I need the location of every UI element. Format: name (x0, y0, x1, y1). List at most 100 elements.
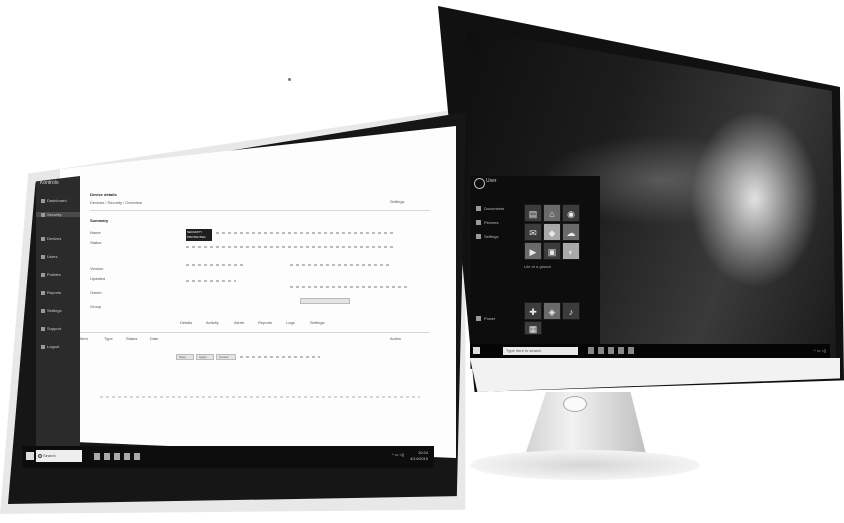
summary-field: Version (90, 266, 104, 271)
browser-icon[interactable] (598, 347, 604, 354)
detail-row (290, 286, 410, 288)
stand-cable-hole (563, 396, 587, 412)
start-item-pictures[interactable]: Pictures (476, 220, 498, 226)
start-tile[interactable]: ▶ (524, 242, 542, 260)
search-icon (38, 454, 42, 458)
user-icon (41, 254, 45, 259)
taskbar-search-input[interactable]: Type here to search (503, 347, 578, 355)
browser-icon[interactable] (104, 453, 110, 460)
sidebar-item-policies[interactable]: Policies (41, 272, 61, 277)
start-tile[interactable]: ◈ (543, 302, 561, 320)
detail-row (186, 264, 246, 266)
page-title: Device details (90, 192, 117, 197)
column-header[interactable]: Date (150, 336, 158, 341)
cancel-button[interactable]: Cancel (216, 354, 236, 360)
start-tile[interactable]: ✚ (524, 302, 542, 320)
start-menu: User Documents Pictures Settings Power ▤… (470, 176, 600, 344)
dashboard-icon (41, 198, 45, 203)
column-header[interactable]: Status (126, 336, 137, 341)
shield-icon (41, 212, 45, 217)
store-icon[interactable] (618, 347, 624, 354)
tab-details[interactable]: Details (180, 320, 192, 325)
sidebar-item-devices[interactable]: Devices (41, 236, 61, 241)
security-badge: SECURITY PROTECTED (186, 229, 212, 241)
task-view-icon[interactable] (94, 453, 100, 460)
gear-icon (41, 308, 45, 313)
app-brand: Kontrolo (40, 180, 59, 186)
tab-activity[interactable]: Activity (206, 320, 219, 325)
picture-icon (476, 220, 481, 226)
task-view-icon[interactable] (588, 347, 594, 354)
report-icon (41, 290, 45, 295)
start-tile[interactable]: ◉ (562, 204, 580, 222)
summary-field: Group (90, 304, 102, 309)
tile-group-label: Life at a glance (524, 264, 552, 269)
power-icon (476, 316, 481, 322)
monitor-stand-base (470, 450, 700, 480)
folder-icon[interactable] (608, 347, 614, 354)
summary-field: Name (90, 230, 101, 235)
summary-heading: Summary (90, 218, 109, 223)
mail-icon[interactable] (628, 347, 634, 354)
tab-logs[interactable]: Logs (286, 320, 295, 325)
detail-row (186, 280, 236, 282)
monitor-chin (470, 358, 840, 392)
mail-icon[interactable] (134, 453, 140, 460)
clock-date: 4/14/2019 (410, 456, 428, 461)
summary-field: Updated (90, 276, 106, 281)
detail-row (186, 246, 396, 248)
laptop-taskbar: Search ^ ▭ ◁) 10:24 4/14/2019 (22, 446, 434, 468)
start-tile[interactable]: ♪ (562, 302, 580, 320)
tab-settings[interactable]: Settings (310, 320, 324, 325)
taskbar-search-input[interactable]: Search (36, 450, 82, 462)
footer-row (240, 356, 320, 358)
start-item-power[interactable]: Power (476, 316, 495, 322)
start-tile[interactable]: ◆ (543, 223, 561, 241)
windows-start-icon[interactable] (26, 452, 34, 460)
sidebar-item-support[interactable]: Support (41, 326, 61, 331)
start-tile[interactable]: ▣ (543, 242, 561, 260)
breadcrumb[interactable]: Devices / Security / Overview (90, 200, 142, 205)
store-icon[interactable] (124, 453, 130, 460)
start-tile[interactable]: ◐ (562, 242, 580, 260)
start-menu-left-rail: User Documents Pictures Settings Power (470, 176, 522, 344)
policy-icon (41, 272, 45, 277)
system-tray[interactable]: ^ ▭ ◁) (814, 348, 826, 353)
apply-button[interactable]: Apply (196, 354, 214, 360)
save-button[interactable]: Save (176, 354, 194, 360)
start-tile[interactable]: ▤ (524, 204, 542, 222)
summary-field: Owner (90, 290, 102, 295)
detail-row (290, 264, 390, 266)
monitor-taskbar: Type here to search ^ ▭ ◁) (470, 344, 830, 358)
start-tile[interactable]: ▦ (524, 321, 542, 335)
sidebar-item-settings[interactable]: Settings (41, 308, 61, 313)
start-user-label[interactable]: User (486, 178, 497, 184)
sidebar-item-reports[interactable]: Reports (41, 290, 61, 295)
start-item-documents[interactable]: Documents (476, 206, 504, 212)
document-icon (476, 206, 481, 212)
user-avatar-icon[interactable] (474, 178, 485, 189)
sidebar-item-logout[interactable]: Logout (41, 344, 59, 349)
summary-field: Status (90, 240, 102, 245)
stray-dot (288, 78, 291, 81)
help-icon (41, 326, 45, 331)
taskbar-clock[interactable]: 10:24 4/14/2019 (410, 450, 428, 462)
sidebar-item-security[interactable]: Security (36, 212, 80, 217)
start-tile[interactable]: ☁ (562, 223, 580, 241)
system-tray[interactable]: ^ ▭ ◁) (392, 452, 404, 457)
header-action-link[interactable]: Settings (390, 199, 404, 204)
sidebar-item-users[interactable]: Users (41, 254, 57, 259)
app-window: Device details Devices / Security / Over… (60, 126, 456, 458)
tab-reports[interactable]: Reports (258, 320, 272, 325)
column-header[interactable]: Type (104, 336, 113, 341)
start-item-settings[interactable]: Settings (476, 234, 498, 240)
windows-start-icon[interactable] (473, 347, 480, 354)
sidebar-item-dashboard[interactable]: Dashboard (41, 198, 67, 203)
start-tile[interactable]: ⌂ (543, 204, 561, 222)
tab-alerts[interactable]: Alerts (234, 320, 244, 325)
folder-icon[interactable] (114, 453, 120, 460)
column-header[interactable]: Action (390, 336, 401, 341)
start-tile[interactable]: ✉ (524, 223, 542, 241)
status-pill[interactable] (300, 298, 350, 304)
column-header[interactable]: Item (80, 336, 88, 341)
